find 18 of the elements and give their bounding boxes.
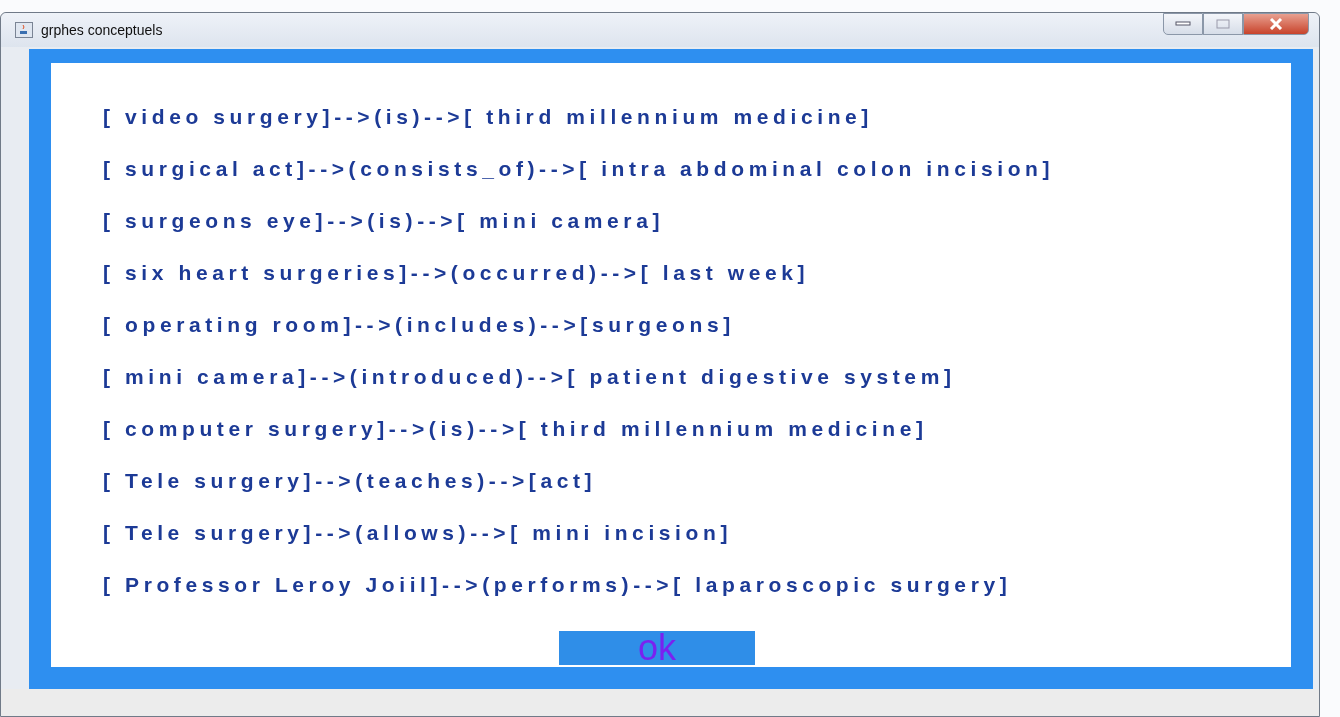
window-title: grphes conceptuels — [41, 22, 164, 38]
relation-text: [ six heart surgeries]-->(occurred)-->[ last week] — [103, 261, 811, 286]
maximize-button[interactable] — [1203, 13, 1243, 35]
relation-text: [ video surgery]-->(is)-->[ third millennium medicine] — [103, 105, 874, 130]
relation-text: [ Tele surgery]-->(allows)-->[ mini incision] — [103, 521, 733, 546]
relation-text: [ surgical act]-->(consists_of)-->[ intra abdominal colon incision] — [103, 157, 1056, 182]
ok-button[interactable]: ok — [559, 631, 755, 665]
relation-text: [ operating room]-->(includes)-->[surgeons] — [103, 313, 736, 338]
close-icon — [1269, 18, 1283, 30]
relation-text: [ Professor Leroy Joiil]-->(performs)-->[ laparoscopic surgery] — [103, 573, 1013, 598]
relation-text: [ Tele surgery]-->(teaches)-->[act] — [103, 469, 598, 494]
relation-text: [ mini camera]-->(introduced)-->[ patient digestive system] — [103, 365, 957, 390]
minimize-icon — [1175, 21, 1191, 27]
relation-text: [ computer surgery]-->(is)-->[ third millennium medicine] — [103, 417, 929, 442]
relation-text: [ surgeons eye]-->(is)-->[ mini camera] — [103, 209, 665, 234]
minimize-button[interactable] — [1163, 13, 1203, 35]
close-button[interactable] — [1243, 13, 1309, 35]
maximize-icon — [1216, 19, 1230, 29]
